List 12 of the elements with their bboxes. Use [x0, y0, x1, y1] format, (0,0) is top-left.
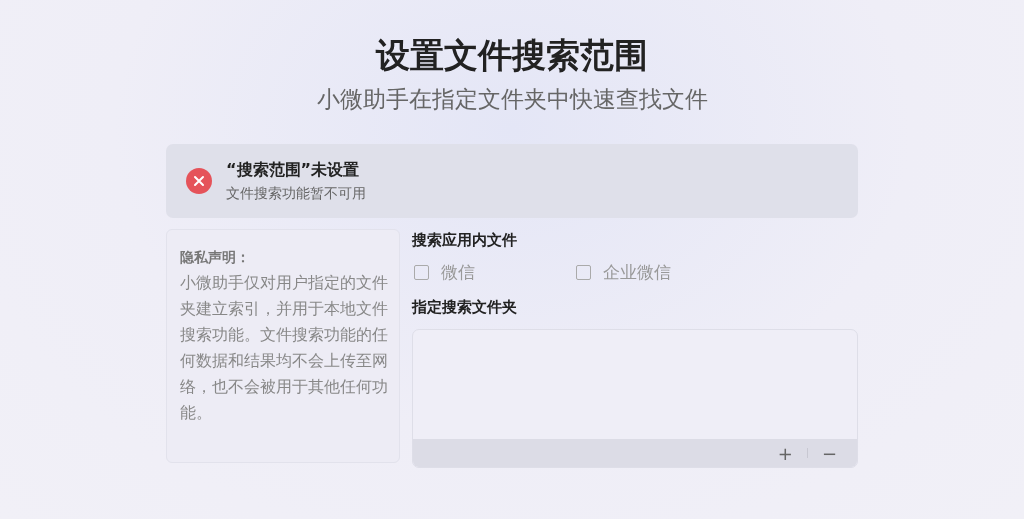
page-subtitle: 小微助手在指定文件夹中快速查找文件 — [316, 85, 708, 114]
folder-list[interactable]: + − — [412, 329, 858, 468]
alert-message: 文件搜索功能暂不可用 — [226, 184, 366, 203]
privacy-title: 隐私声明： — [180, 248, 251, 267]
add-button[interactable]: + — [771, 442, 799, 464]
alert-title: “搜索范围”未设置 — [226, 159, 361, 181]
section-label: 指定搜索文件夹 — [412, 297, 518, 318]
page-title: 设置文件搜索范围 — [376, 34, 648, 76]
error-icon — [186, 168, 212, 194]
section-label: 搜索应用内文件 — [412, 230, 518, 251]
privacy-text: 小微助手仅对用户指定的文件夹建立索引，并用于本地文件搜索功能。文件搜索功能的任何数据和结果均不会上传至网络，也不会被用于其他任何功能。 — [180, 273, 389, 424]
remove-button[interactable]: − — [815, 442, 843, 464]
